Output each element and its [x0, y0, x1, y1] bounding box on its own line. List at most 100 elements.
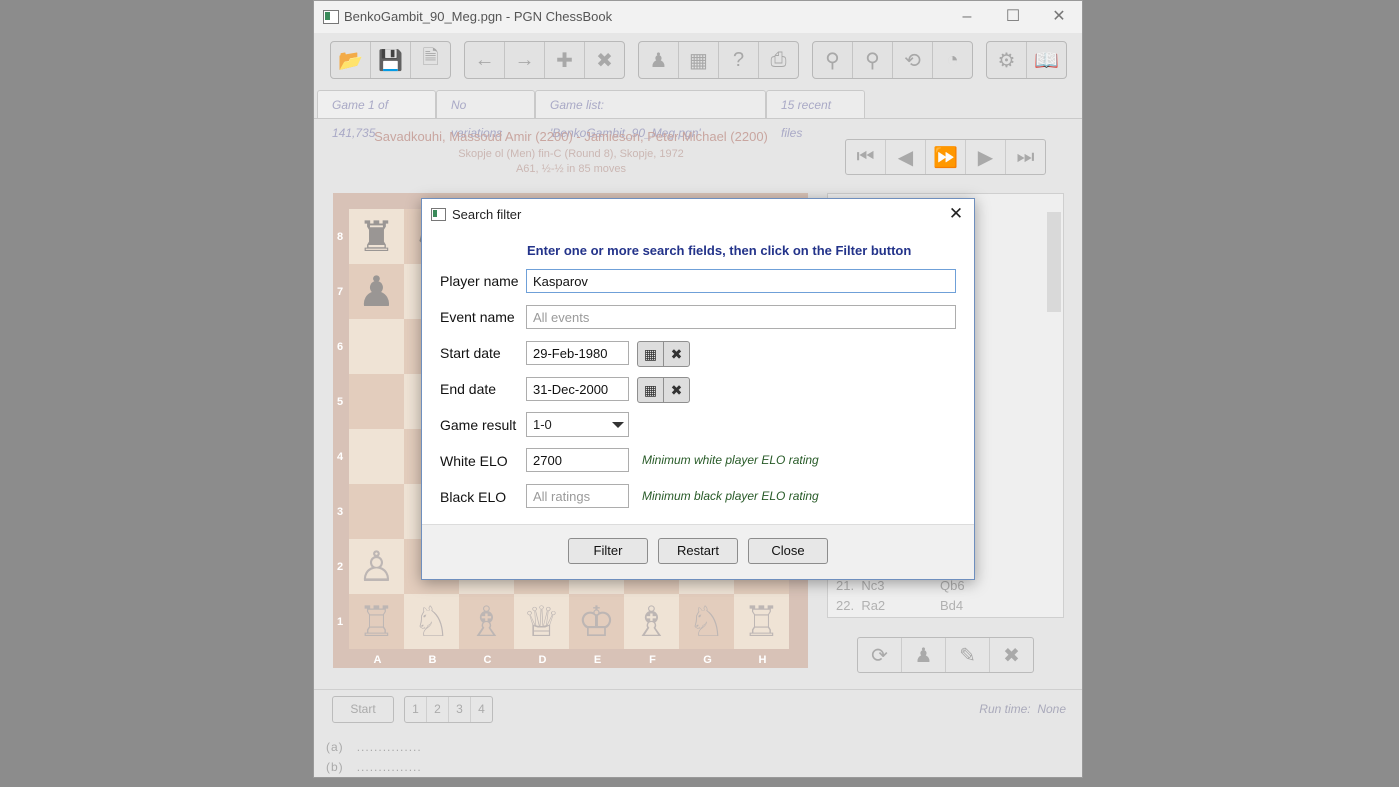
add-icon[interactable]: ✚	[545, 42, 585, 78]
forward-arrow-icon[interactable]: →	[505, 42, 545, 78]
minimize-icon[interactable]: –	[944, 5, 990, 29]
white-bishop-icon[interactable]: ♗	[633, 597, 671, 646]
start-button[interactable]: Start	[332, 696, 394, 723]
file-toolbar-group: 📂 💾 🗎	[330, 41, 451, 79]
advanced-search-icon[interactable]: ⚲	[853, 42, 893, 78]
end-date-input[interactable]	[526, 377, 629, 401]
calendar-icon[interactable]: ▦	[638, 378, 664, 402]
print-icon[interactable]: ⎙	[759, 42, 798, 78]
white-elo-hint: Minimum white player ELO rating	[642, 453, 819, 467]
engine-panel: Start 1 2 3 4 Run time: None (a) .......…	[314, 689, 1082, 777]
tab-recent-files[interactable]: 15 recent files	[766, 90, 865, 140]
board-square[interactable]: ♟	[349, 264, 404, 319]
white-queen-icon[interactable]: ♕	[523, 597, 561, 646]
player-name-label: Player name	[440, 273, 519, 289]
board-icon[interactable]: ▦	[679, 42, 719, 78]
search-question-icon[interactable]: ?	[719, 42, 759, 78]
delete-icon[interactable]: ✖	[585, 42, 624, 78]
board-square[interactable]: ♖	[349, 594, 404, 649]
white-bishop-icon[interactable]: ♗	[468, 597, 506, 646]
white-rook-icon[interactable]: ♖	[743, 597, 781, 646]
page-button[interactable]: 3	[449, 697, 471, 722]
black-elo-label: Black ELO	[440, 489, 507, 505]
tab-game-list[interactable]: Game list: 'BenkoGambit_90_Meg.pgn'	[535, 90, 766, 140]
board-square[interactable]: ♗	[624, 594, 679, 649]
first-move-icon[interactable]: ⏮	[846, 140, 886, 174]
start-date-input[interactable]	[526, 341, 629, 365]
next-move-icon[interactable]: ▶	[966, 140, 1006, 174]
clear-icon[interactable]: ✖	[990, 638, 1033, 672]
close-icon[interactable]: ✕	[944, 202, 968, 226]
board-square[interactable]: ♙	[349, 539, 404, 594]
move-row[interactable]: 21. Nc3 Qb6	[836, 578, 965, 593]
board-square[interactable]: ♕	[514, 594, 569, 649]
player-query-icon[interactable]: ♟	[902, 638, 946, 672]
page-button[interactable]: 1	[405, 697, 427, 722]
board-square[interactable]	[349, 319, 404, 374]
flip-board-icon[interactable]: ⟳	[858, 638, 902, 672]
black-rook-icon[interactable]: ♜	[358, 212, 396, 261]
board-square[interactable]: ♘	[679, 594, 734, 649]
white-knight-icon[interactable]: ♘	[688, 597, 726, 646]
move-row[interactable]: 22. Ra2 Bd4	[836, 598, 963, 613]
board-square[interactable]: ♔	[569, 594, 624, 649]
white-elo-input[interactable]	[526, 448, 629, 472]
board-square[interactable]: ♘	[404, 594, 459, 649]
close-button[interactable]: Close	[748, 538, 828, 564]
black-pawn-icon[interactable]: ♟	[358, 267, 396, 316]
white-knight-icon[interactable]: ♘	[413, 597, 451, 646]
chevron-down-icon	[612, 422, 624, 428]
board-square[interactable]	[349, 484, 404, 539]
game-players: Savadkouhi, Massoud Amir (2200) - Jamies…	[374, 129, 768, 144]
game-result-select[interactable]: 1-0	[526, 412, 629, 437]
board-square[interactable]: ♗	[459, 594, 514, 649]
gear-icon[interactable]: ⚙	[987, 42, 1027, 78]
white-rook-icon[interactable]: ♖	[358, 597, 396, 646]
new-file-icon[interactable]: 🗎	[411, 42, 450, 78]
white-move[interactable]: Ra2	[861, 598, 885, 613]
white-pawn-icon[interactable]: ♙	[358, 542, 396, 591]
previous-move-icon[interactable]: ◀	[886, 140, 926, 174]
open-folder-icon[interactable]: 📂	[331, 42, 371, 78]
edit-icon[interactable]: ✎	[946, 638, 990, 672]
event-name-input[interactable]	[526, 305, 956, 329]
maximize-icon[interactable]: ☐	[990, 5, 1036, 29]
save-icon[interactable]: 💾	[371, 42, 411, 78]
end-date-controls: ▦ ✖	[637, 377, 690, 403]
play-moves-icon[interactable]: ⏩	[926, 140, 966, 174]
black-elo-input[interactable]	[526, 484, 629, 508]
board-square[interactable]	[349, 429, 404, 484]
clear-date-icon[interactable]: ✖	[664, 378, 689, 402]
back-arrow-icon[interactable]: ←	[465, 42, 505, 78]
tab-game[interactable]: Game 1 of 141,735	[317, 90, 436, 140]
close-icon[interactable]: ✕	[1036, 5, 1082, 29]
white-elo-label: White ELO	[440, 453, 508, 469]
last-move-icon[interactable]: ⏭	[1006, 140, 1045, 174]
board-square[interactable]: ♖	[734, 594, 789, 649]
white-move[interactable]: Nc3	[861, 578, 884, 593]
file-label: E	[593, 654, 602, 666]
board-square[interactable]: ♜	[349, 209, 404, 264]
filter-button[interactable]: Filter	[568, 538, 648, 564]
page-button[interactable]: 4	[471, 697, 492, 722]
page-button[interactable]: 2	[427, 697, 449, 722]
search-icon[interactable]: ⚲	[813, 42, 853, 78]
tab-variations[interactable]: No variations	[436, 90, 535, 140]
statistics-icon[interactable]: ◔	[933, 42, 972, 78]
reset-search-icon[interactable]: ⟲	[893, 42, 933, 78]
run-time-label: Run time:	[979, 702, 1031, 716]
black-move[interactable]: Qb6	[940, 578, 965, 593]
move-list-scrollbar[interactable]	[1047, 212, 1061, 312]
players-icon[interactable]: ♟	[639, 42, 679, 78]
book-icon[interactable]: 📖	[1027, 42, 1066, 78]
white-king-icon[interactable]: ♔	[578, 597, 616, 646]
toolbar: 📂 💾 🗎 ← → ✚ ✖ ♟ ▦ ? ⎙ ⚲ ⚲ ⟲ ◔ ⚙ 📖	[314, 33, 1082, 88]
player-name-input[interactable]	[526, 269, 956, 293]
restart-button[interactable]: Restart	[658, 538, 738, 564]
rank-label: 1	[337, 616, 344, 628]
end-date-label: End date	[440, 381, 497, 397]
calendar-icon[interactable]: ▦	[638, 342, 664, 366]
board-square[interactable]	[349, 374, 404, 429]
clear-date-icon[interactable]: ✖	[664, 342, 689, 366]
black-move[interactable]: Bd4	[940, 598, 963, 613]
